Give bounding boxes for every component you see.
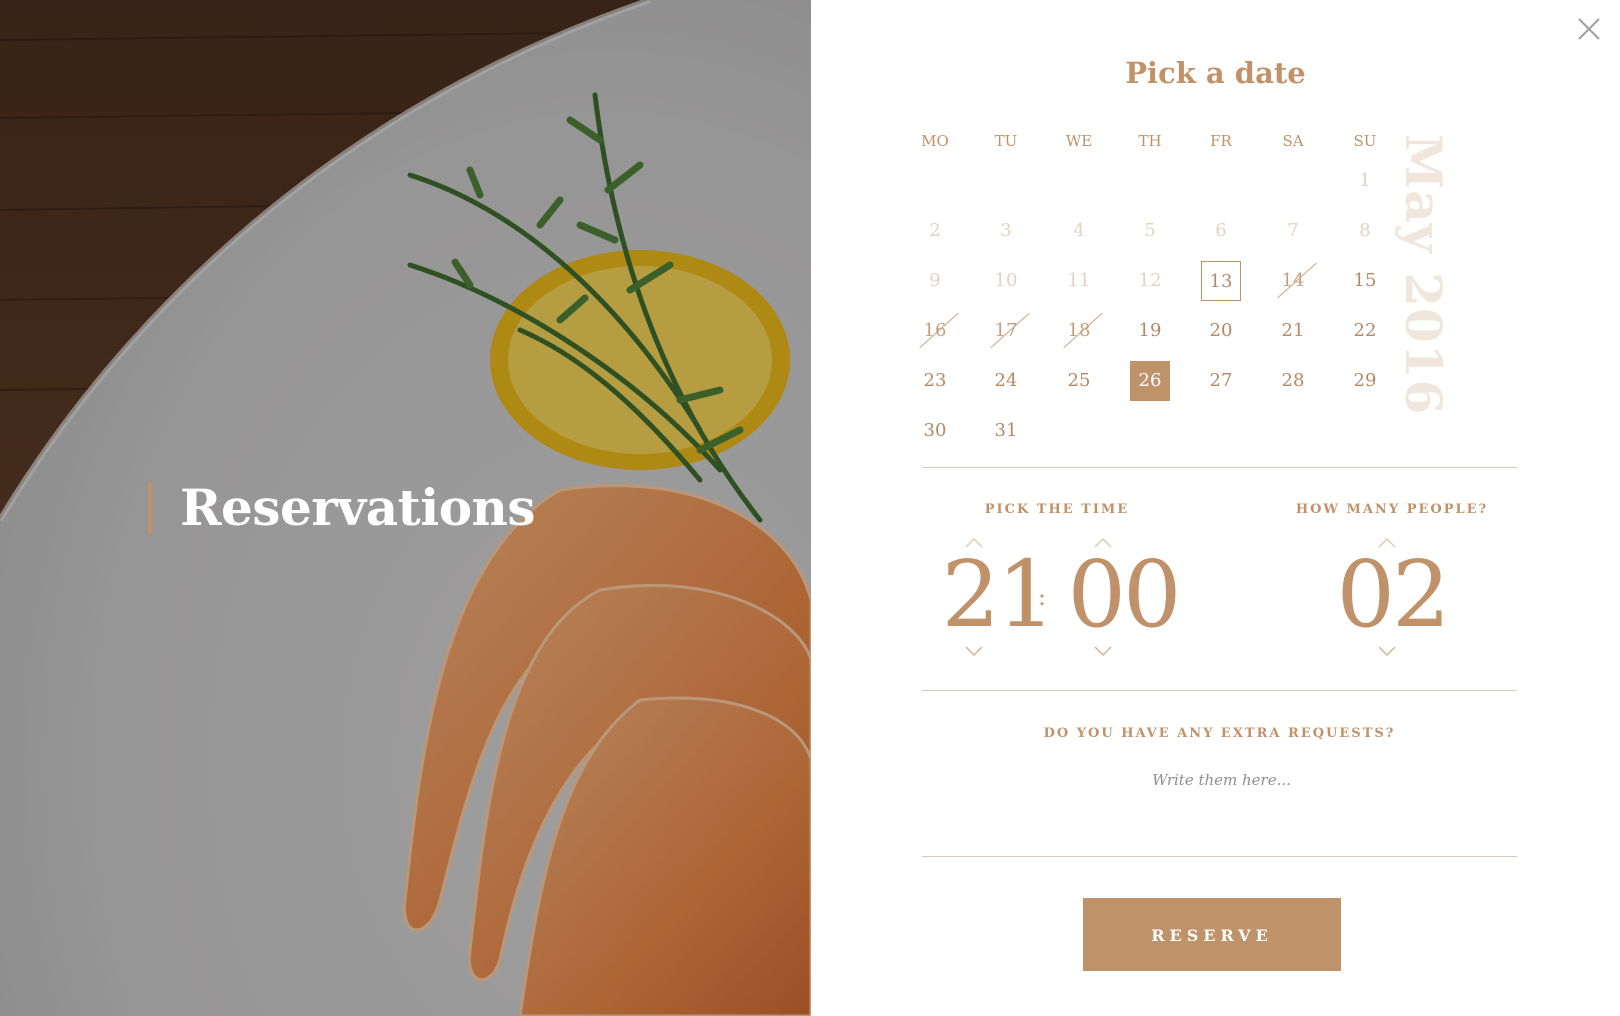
calendar-day: 9 xyxy=(929,270,941,291)
calendar-day: 2 xyxy=(929,220,941,241)
calendar-day-unavailable: 16 xyxy=(915,311,955,351)
weekday-header: MO xyxy=(921,132,949,150)
calendar-day-unavailable: 17 xyxy=(986,311,1026,351)
weekday-header: SU xyxy=(1353,132,1377,150)
calendar-day: 7 xyxy=(1287,220,1299,241)
calendar-day: 12 xyxy=(1138,270,1162,291)
month-label: May 2016 xyxy=(1394,134,1453,416)
calendar-day[interactable]: 20 xyxy=(1201,311,1241,351)
calendar-day: 6 xyxy=(1215,220,1227,241)
calendar-day: 5 xyxy=(1144,220,1156,241)
people-count[interactable]: 02 xyxy=(1317,549,1467,641)
calendar-day[interactable]: 23 xyxy=(915,361,955,401)
reserve-button[interactable]: RESERVE xyxy=(1083,898,1341,971)
calendar-day-today[interactable]: 13 xyxy=(1201,261,1241,301)
calendar-day-unavailable: 18 xyxy=(1059,311,1099,351)
divider xyxy=(922,856,1517,857)
calendar-day[interactable]: 22 xyxy=(1345,311,1385,351)
minute-value[interactable]: 00 xyxy=(1048,549,1198,641)
calendar-day[interactable]: 30 xyxy=(915,411,955,451)
calendar-day: 11 xyxy=(1067,270,1091,291)
weekday-header: TU xyxy=(994,132,1018,150)
weekday-header: WE xyxy=(1065,132,1093,150)
weekday-header: SA xyxy=(1282,132,1304,150)
calendar-day: 10 xyxy=(994,270,1018,291)
calendar-day[interactable]: 25 xyxy=(1059,361,1099,401)
weekday-header: FR xyxy=(1210,132,1232,150)
calendar-day: 4 xyxy=(1073,220,1085,241)
calendar-day[interactable]: 19 xyxy=(1130,311,1170,351)
close-icon[interactable] xyxy=(1578,18,1600,40)
calendar-day[interactable]: 31 xyxy=(986,411,1026,451)
divider xyxy=(922,690,1517,691)
reservation-panel: Pick a date May 2016 MO TU WE TH FR SA SU 1 2 3 4 5… xyxy=(811,0,1620,1016)
calendar-heading: Pick a date xyxy=(1125,56,1306,90)
calendar-day-selected[interactable]: 26 xyxy=(1130,361,1170,401)
title-accent-bar xyxy=(148,483,152,533)
minute-down-chevron-down-icon[interactable] xyxy=(1094,646,1112,656)
calendar-day[interactable]: 27 xyxy=(1201,361,1241,401)
people-down-chevron-down-icon[interactable] xyxy=(1378,646,1396,656)
calendar-day[interactable]: 24 xyxy=(986,361,1026,401)
page-title-group: Reservations xyxy=(148,478,536,538)
requests-input[interactable] xyxy=(922,764,1521,796)
calendar-day: 3 xyxy=(1000,220,1012,241)
calendar-day[interactable]: 29 xyxy=(1345,361,1385,401)
requests-label: DO YOU HAVE ANY EXTRA REQUESTS? xyxy=(1043,726,1396,741)
calendar-day[interactable]: 28 xyxy=(1273,361,1313,401)
calendar-day[interactable]: 15 xyxy=(1345,261,1385,301)
time-separator: : xyxy=(1038,583,1047,611)
calendar-day: 1 xyxy=(1359,170,1371,191)
page-title: Reservations xyxy=(180,478,536,537)
hour-down-chevron-down-icon[interactable] xyxy=(965,646,983,656)
calendar-day-unavailable: 14 xyxy=(1273,261,1313,301)
people-label: HOW MANY PEOPLE? xyxy=(1295,502,1489,517)
weekday-header: TH xyxy=(1138,132,1162,150)
time-label: PICK THE TIME xyxy=(984,502,1130,517)
calendar-day[interactable]: 21 xyxy=(1273,311,1313,351)
hero-panel: Reservations xyxy=(0,0,811,1016)
divider xyxy=(922,467,1517,468)
calendar-day: 8 xyxy=(1359,220,1371,241)
